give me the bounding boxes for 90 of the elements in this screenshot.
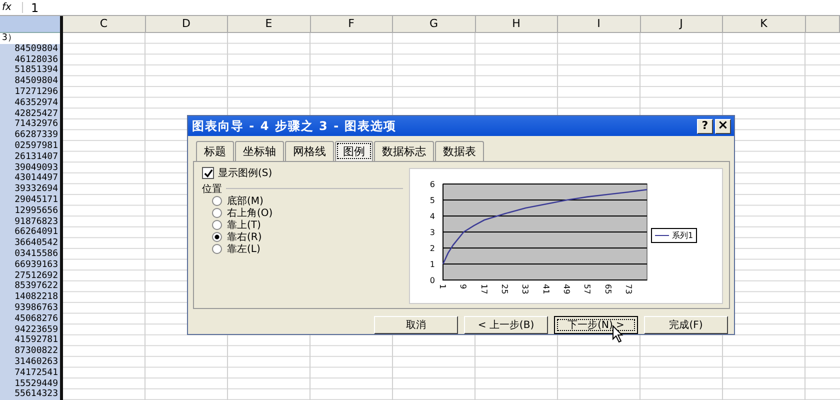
- radio-button[interactable]: [212, 220, 222, 230]
- table-cell-text: 31460263: [14, 356, 59, 368]
- tab[interactable]: 数据表: [435, 141, 484, 161]
- table-cell-text: 03415586: [14, 248, 59, 260]
- table-cell-text: 43014497: [14, 173, 59, 184]
- tab[interactable]: 数据标志: [374, 141, 434, 161]
- formula-value: 1: [30, 0, 39, 14]
- table-cell-text: 91876823: [14, 216, 59, 227]
- function-label: fx: [0, 2, 23, 13]
- table-cell-text: 29045171: [14, 194, 59, 206]
- column-header[interactable]: K: [723, 16, 806, 32]
- radio-label: 靠右(R): [227, 230, 262, 244]
- table-cell-text: 66939163: [14, 260, 59, 271]
- table-cell-text: 27512692: [14, 270, 59, 281]
- column-header[interactable]: G: [393, 16, 476, 32]
- table-cell-text: 51851394: [14, 65, 59, 76]
- dialog-button[interactable]: 取消: [374, 316, 458, 334]
- table-cell-text: 66287339: [14, 130, 59, 141]
- table-cell-text: 84509804: [14, 44, 59, 55]
- dialog-button[interactable]: 完成(F): [644, 316, 728, 334]
- radio-button[interactable]: [212, 244, 222, 254]
- table-cell-text: 26131407: [14, 152, 59, 163]
- tab[interactable]: 网格线: [285, 141, 334, 161]
- table-cell-text: 46352974: [14, 98, 59, 109]
- radio-label: 靠左(L): [227, 242, 260, 256]
- column-header[interactable]: I: [558, 16, 640, 32]
- table-cell-text: 15529449: [14, 378, 59, 389]
- axis-label: 6: [430, 180, 435, 189]
- checkbox-label: 显示图例(S): [218, 167, 272, 180]
- table-cell-text: 66264091: [14, 227, 59, 238]
- axis-label: 1: [430, 260, 435, 269]
- axis-label: 9: [458, 284, 468, 290]
- axis-label: 0: [430, 276, 435, 285]
- axis-label: 65: [603, 284, 612, 294]
- tab[interactable]: 图例: [335, 141, 373, 161]
- column-header[interactable]: C: [63, 16, 146, 32]
- tab[interactable]: 标题: [196, 141, 234, 161]
- axis-label: 1: [438, 284, 447, 290]
- table-cell-text: 55614323: [14, 389, 59, 400]
- table-cell-text: 74172541: [14, 368, 59, 378]
- table-cell-text: 39049093: [14, 162, 59, 173]
- axis-label: 5: [430, 196, 435, 205]
- table-cell-text: 71432976: [14, 119, 59, 130]
- dialog-button[interactable]: < 上一步(B): [464, 316, 548, 334]
- table-cell-text: 41592781: [14, 335, 59, 346]
- axis-label: 3: [430, 228, 435, 237]
- radio-button[interactable]: [212, 196, 222, 206]
- table-cell-text: 85397622: [14, 281, 59, 292]
- help-button[interactable]: ?: [697, 118, 713, 134]
- axis-label: 73: [624, 284, 633, 294]
- axis-label: 57: [582, 284, 592, 294]
- axis-label: 41: [541, 284, 550, 294]
- table-cell-text: 36640542: [14, 238, 59, 249]
- table-cell-text: 17271296: [14, 86, 59, 98]
- table-cell-text: 39332694: [14, 184, 59, 195]
- table-cell-text: 93986763: [14, 302, 59, 314]
- dialog-button[interactable]: 下一步(N) >: [554, 316, 638, 334]
- column-header[interactable]: E: [228, 16, 310, 32]
- table-cell-text: 14082218: [14, 292, 59, 303]
- table-cell-text: 12995656: [14, 206, 59, 217]
- axis-label: 33: [520, 284, 530, 294]
- tab[interactable]: 坐标轴: [235, 141, 284, 161]
- column-header[interactable]: D: [146, 16, 228, 32]
- legend-label: 系列1: [672, 230, 694, 241]
- table-cell-text: 87300822: [14, 346, 59, 357]
- radio-label: 靠上(T): [227, 218, 261, 232]
- column-header[interactable]: F: [310, 16, 393, 32]
- legend-line-icon: [655, 234, 669, 236]
- group-label: 位置: [202, 182, 222, 196]
- table-cell-text: 94223659: [14, 324, 59, 335]
- radio-label: 底部(M): [227, 194, 264, 208]
- axis-label: 2: [430, 244, 435, 253]
- editing-cell[interactable]: 3）: [0, 33, 60, 44]
- window-title: 图表向导 - 4 步骤之 3 - 图表选项: [192, 118, 397, 134]
- axis-label: 25: [500, 284, 509, 294]
- table-cell-text: 46128036: [14, 54, 59, 65]
- table-cell-text: 84509804: [14, 76, 59, 87]
- table-cell-text: 45068276: [14, 314, 59, 325]
- radio-button[interactable]: [212, 232, 222, 242]
- radio-button[interactable]: [212, 208, 222, 218]
- column-header[interactable]: J: [640, 16, 723, 32]
- column-header[interactable]: H: [476, 16, 558, 32]
- checkbox[interactable]: [202, 167, 214, 179]
- table-cell-text: 42825427: [14, 108, 59, 119]
- radio-label: 右上角(O): [227, 206, 273, 220]
- close-button[interactable]: ×: [715, 118, 731, 134]
- axis-label: 49: [562, 284, 571, 294]
- table-cell-text: 02597981: [14, 140, 59, 152]
- axis-label: 4: [430, 212, 435, 221]
- axis-label: 17: [479, 284, 488, 294]
